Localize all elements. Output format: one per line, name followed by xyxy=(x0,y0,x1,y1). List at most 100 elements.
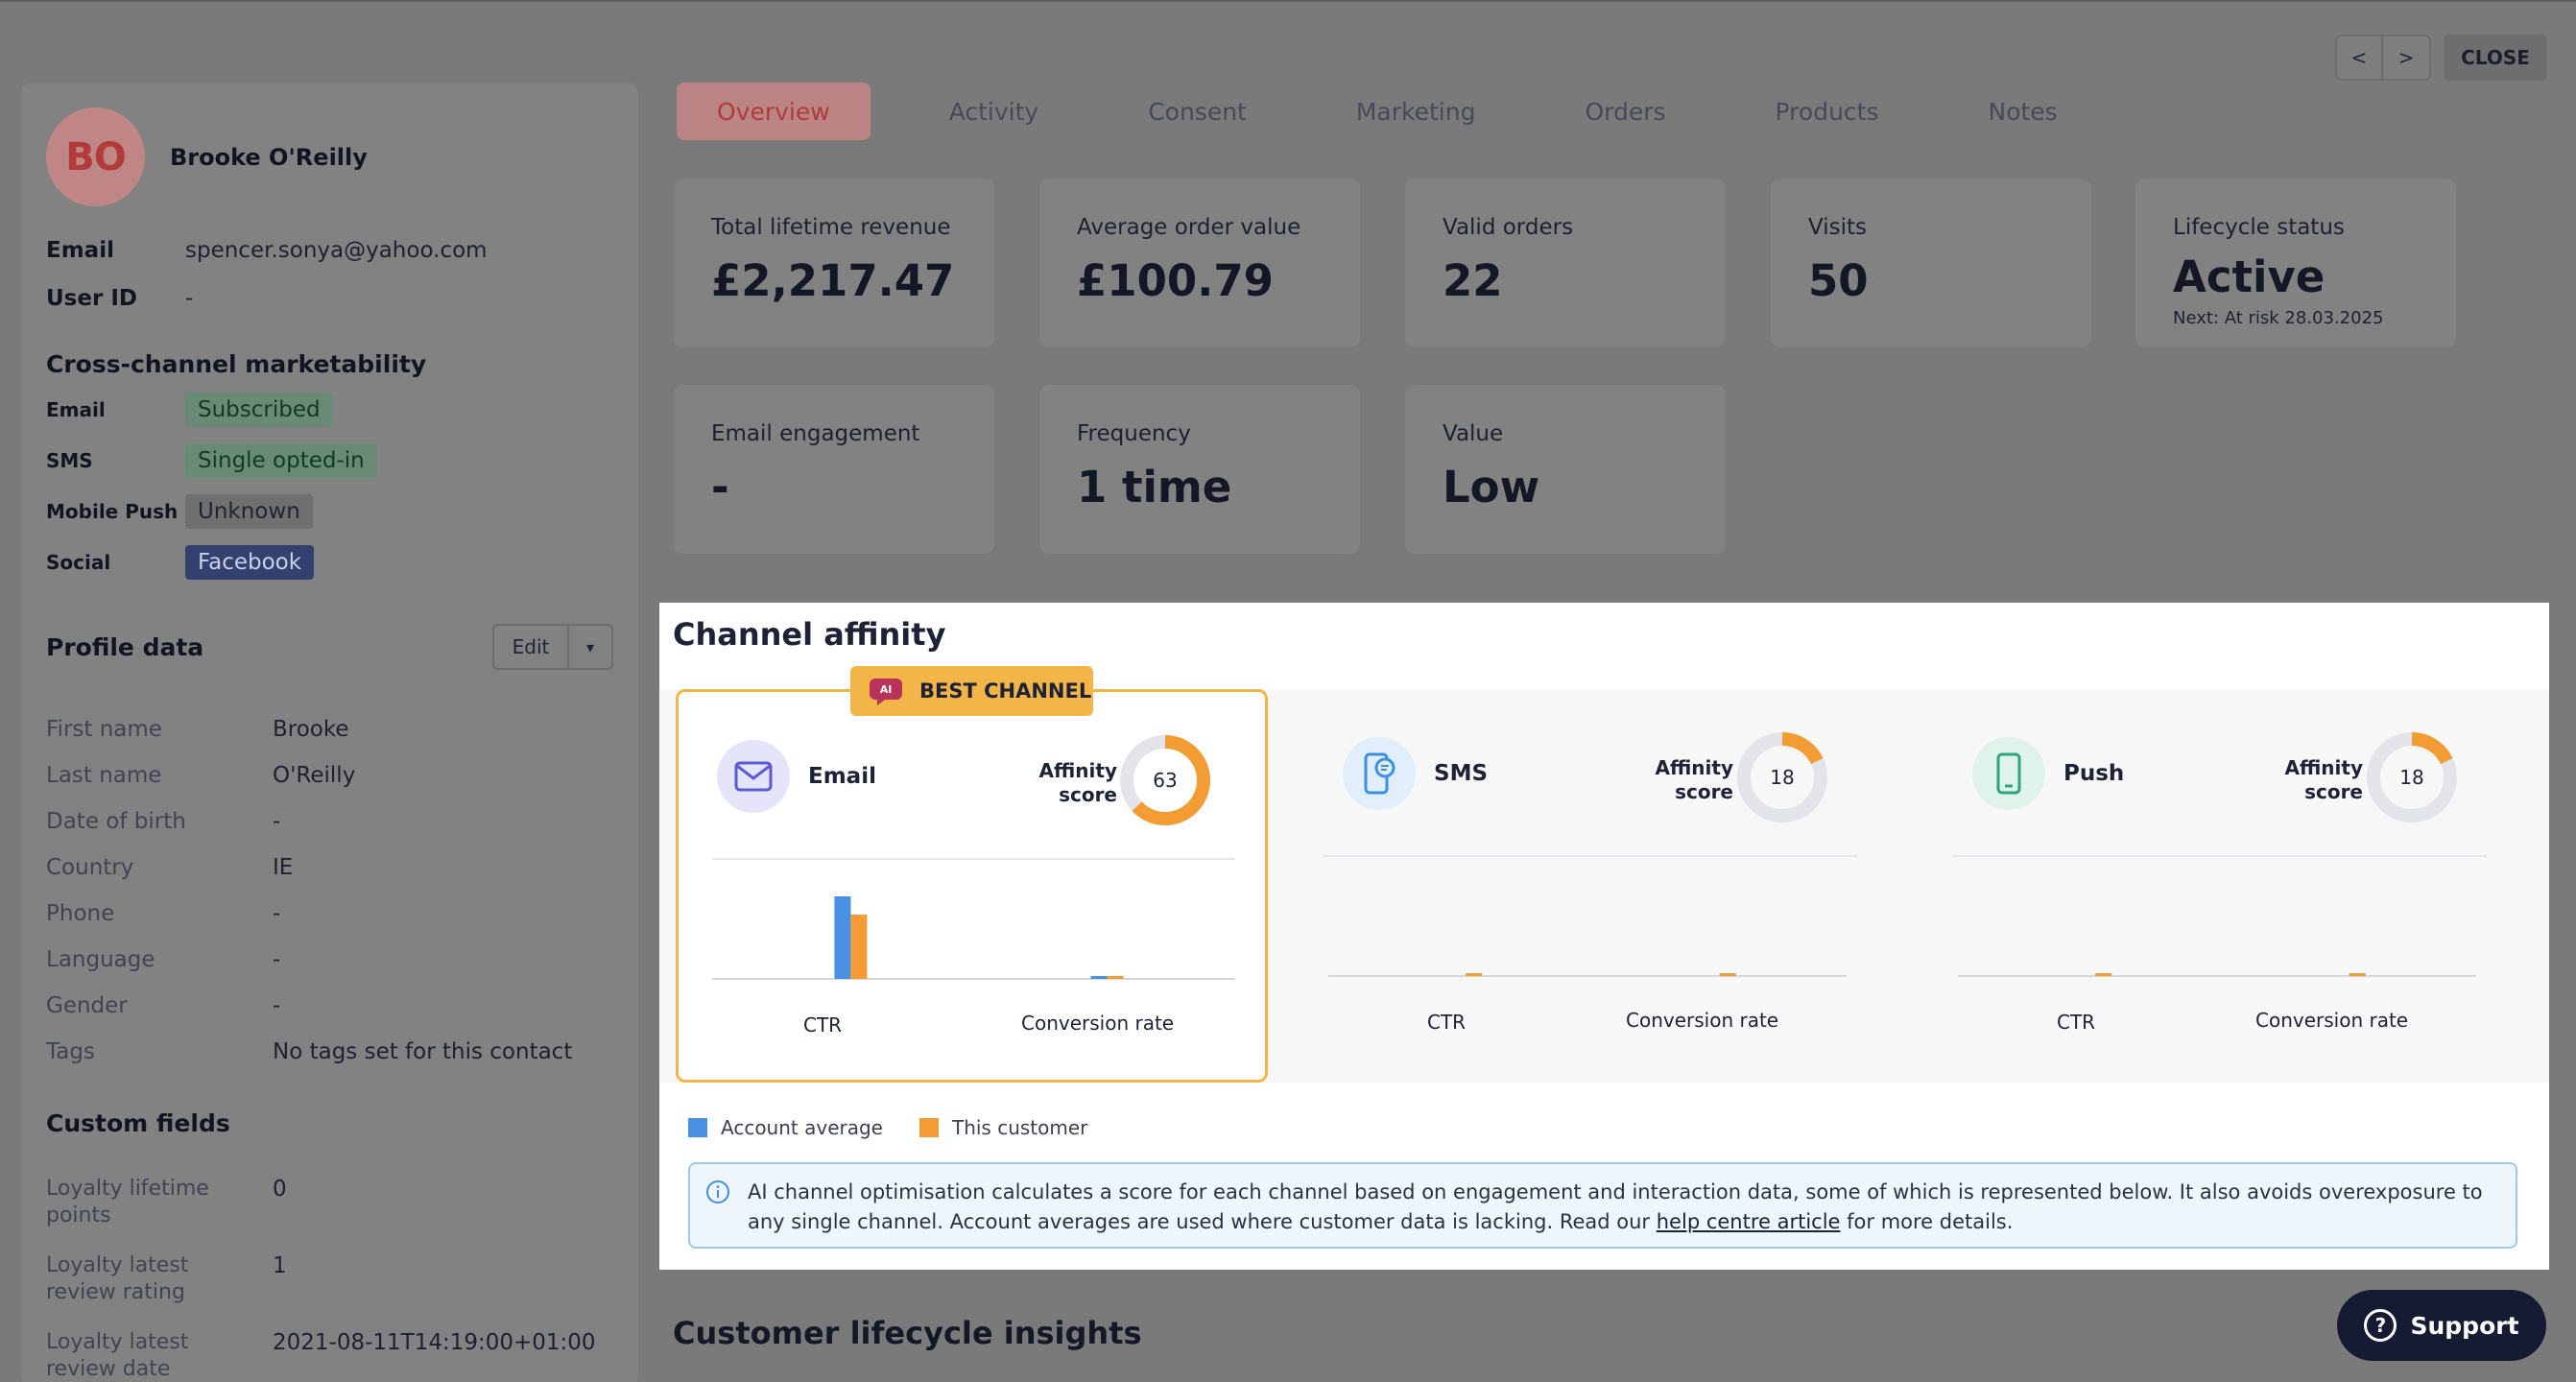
userid-row: User ID - xyxy=(46,283,613,314)
channel-label: Social xyxy=(46,551,111,574)
bar-ctr-account-average xyxy=(834,896,851,979)
channel-card-push: Push Affinity score 18 CTR Conversion rat… xyxy=(1934,689,2529,1083)
x-label-ctr: CTR xyxy=(1427,1011,1467,1034)
channel-bar-chart-push xyxy=(1958,973,2476,977)
list-item: Tags No tags set for this contact xyxy=(46,1029,613,1075)
marketability-row: SMS Single opted-in xyxy=(46,441,613,480)
x-label-conversion: Conversion rate xyxy=(1626,1009,1779,1032)
stat-label: Email engagement xyxy=(711,421,920,446)
legend-item: This customer xyxy=(918,1116,1088,1139)
tab-products[interactable]: Products xyxy=(1735,83,1920,140)
stat-card-lifecycle: Lifecycle status Active Next: At risk 28… xyxy=(2135,179,2456,347)
status-badge: Unknown xyxy=(185,494,313,529)
list-item: Country IE xyxy=(46,845,613,891)
profile-header: BO Brooke O'Reilly xyxy=(46,107,613,206)
profile-data-list: First name Brooke Last name O'Reilly Date … xyxy=(46,706,613,1075)
support-button[interactable]: ? Support xyxy=(2337,1290,2546,1361)
channel-name: Email xyxy=(808,764,876,789)
record-nav: < > xyxy=(2335,35,2431,81)
help-centre-link[interactable]: help centre article xyxy=(1657,1210,1841,1233)
status-badge: Subscribed xyxy=(185,393,333,427)
contact-name: Brooke O'Reilly xyxy=(170,143,368,171)
help-question-icon: ? xyxy=(2364,1309,2397,1342)
affinity-donut: 63 xyxy=(1120,735,1210,825)
field-value: 0 xyxy=(273,1177,287,1202)
field-value: IE xyxy=(273,855,294,880)
lifecycle-insights-title: Customer lifecycle insights xyxy=(673,1315,1142,1351)
sms-phone-icon xyxy=(1343,737,1416,810)
svg-text:AI: AI xyxy=(880,683,893,696)
stat-subtext: Next: At risk 28.03.2025 xyxy=(2173,308,2384,328)
userid-label: User ID xyxy=(46,286,137,311)
list-item: Last name O'Reilly xyxy=(46,752,613,798)
stat-value: £100.79 xyxy=(1077,255,1274,306)
divider xyxy=(1953,855,2487,857)
field-value: O'Reilly xyxy=(273,763,356,788)
affinity-donut: 18 xyxy=(1737,732,1827,822)
channel-affinity-title: Channel affinity xyxy=(673,616,946,653)
email-row: Email spencer.sonya@yahoo.com xyxy=(46,235,613,266)
field-label: Loyalty latest review date xyxy=(46,1330,189,1381)
marketability-row: Mobile Push Unknown xyxy=(46,492,613,531)
x-label-conversion: Conversion rate xyxy=(1021,1012,1175,1035)
field-label: Language xyxy=(46,947,155,972)
stat-value: £2,217.47 xyxy=(711,255,955,306)
legend-swatch xyxy=(688,1118,707,1137)
tab-bar: Overview Activity Consent Marketing Orde… xyxy=(677,83,2127,140)
prev-record-button[interactable]: < xyxy=(2335,35,2383,81)
x-label-ctr: CTR xyxy=(803,1013,843,1036)
channel-bar-chart-email xyxy=(712,896,1235,980)
edit-dropdown-button[interactable]: ▾ xyxy=(569,626,611,668)
stat-value: 50 xyxy=(1808,255,1869,306)
info-banner: AI channel optimisation calculates a sco… xyxy=(688,1162,2517,1249)
stat-label: Valid orders xyxy=(1443,215,1574,240)
email-label: Email xyxy=(46,238,114,263)
field-label: Country xyxy=(46,855,134,880)
tab-overview[interactable]: Overview xyxy=(677,83,871,140)
ai-sparkle-icon: AI xyxy=(870,679,902,705)
edit-button[interactable]: Edit xyxy=(494,626,569,668)
userid-value: - xyxy=(185,286,194,311)
envelope-icon xyxy=(717,740,790,813)
list-item: Gender - xyxy=(46,983,613,1029)
legend-label: This customer xyxy=(951,1116,1088,1139)
affinity-score-label: Affinity score xyxy=(2284,756,2363,803)
bar-conversion-rate-this-customer xyxy=(2349,973,2366,976)
tab-consent[interactable]: Consent xyxy=(1108,83,1287,140)
field-value: - xyxy=(273,809,281,834)
channel-name: SMS xyxy=(1434,761,1489,786)
channel-bar-chart-sms xyxy=(1328,973,1847,977)
tab-notes[interactable]: Notes xyxy=(1948,83,2098,140)
tab-marketing[interactable]: Marketing xyxy=(1316,83,1516,140)
bar-conversion-rate-this-customer xyxy=(1719,973,1736,976)
field-label: Date of birth xyxy=(46,809,186,834)
legend-item: Account average xyxy=(688,1116,883,1139)
channel-name: Push xyxy=(2063,761,2125,786)
stat-value: Active xyxy=(2173,251,2326,302)
stat-label: Total lifetime revenue xyxy=(711,215,951,240)
field-value: - xyxy=(273,993,281,1018)
field-label: Tags xyxy=(46,1039,95,1064)
close-button[interactable]: CLOSE xyxy=(2444,35,2547,81)
divider xyxy=(1324,855,1857,857)
field-value: - xyxy=(273,901,281,926)
affinity-score-value: 18 xyxy=(2399,766,2423,789)
email-value[interactable]: spencer.sonya@yahoo.com xyxy=(185,238,488,263)
stat-label: Average order value xyxy=(1077,215,1301,240)
next-record-button[interactable]: > xyxy=(2383,35,2431,81)
stat-card-email-engagement: Email engagement - xyxy=(674,385,994,554)
edit-split-button: Edit ▾ xyxy=(492,624,613,670)
field-label: Loyalty latest review rating xyxy=(46,1253,189,1304)
field-label: First name xyxy=(46,717,162,742)
list-item: Language - xyxy=(46,937,613,983)
field-value: - xyxy=(273,947,281,972)
list-item: Loyalty latest review rating 1 xyxy=(46,1252,613,1329)
tab-orders[interactable]: Orders xyxy=(1544,83,1705,140)
divider xyxy=(712,858,1235,860)
window-top-edge xyxy=(0,0,2576,2)
tab-activity[interactable]: Activity xyxy=(909,83,1080,140)
info-text-end: for more details. xyxy=(1840,1210,2014,1233)
field-value: 2021-08-11T14:19:00+01:00 xyxy=(273,1330,596,1355)
stat-value: Low xyxy=(1443,462,1540,512)
stat-card-visits: Visits 50 xyxy=(1771,179,2091,347)
